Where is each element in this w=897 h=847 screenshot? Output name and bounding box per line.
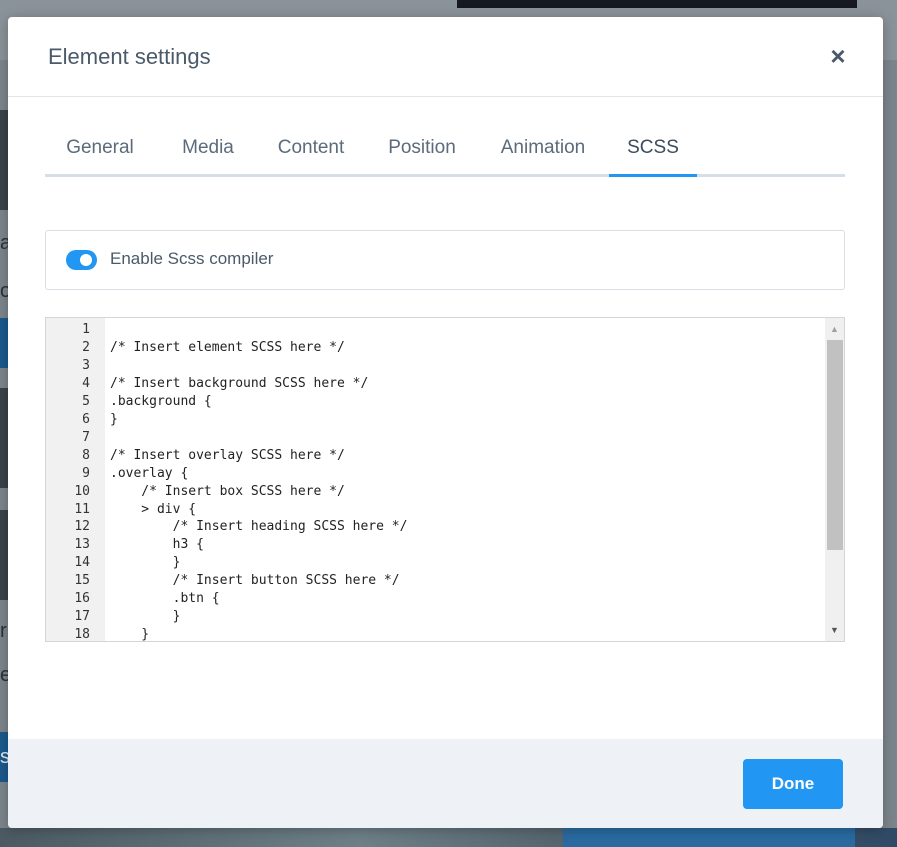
code-line: 6}: [46, 411, 825, 429]
code-line: 4 /* Insert background SCSS here */: [46, 375, 825, 393]
element-settings-modal: Element settings × General Media Content…: [8, 17, 883, 828]
code-text: }: [110, 411, 118, 427]
tab-animation[interactable]: Animation: [483, 125, 603, 174]
code-line: 1: [46, 321, 825, 339]
code-line: 15 /* Insert button SCSS here */: [46, 572, 825, 590]
close-icon[interactable]: ×: [826, 43, 850, 69]
code-text: /* Insert element SCSS here */: [110, 339, 345, 355]
code-line: 5 .background {: [46, 393, 825, 411]
code-text: /* Insert background SCSS here */: [110, 375, 369, 391]
line-number: 3: [82, 357, 90, 373]
scss-code-editor[interactable]: 1 2/* Insert element SCSS here */3 4/* Ins…: [45, 317, 845, 642]
scss-compiler-setting: Enable Scss compiler: [45, 230, 845, 290]
line-number: 12: [74, 519, 90, 535]
code-line: 14 }: [46, 554, 825, 572]
line-number: 1: [82, 322, 90, 337]
tab-position[interactable]: Position: [371, 125, 473, 174]
code-line: 17 }: [46, 608, 825, 626]
code-line: 9 .overlay {: [46, 465, 825, 483]
code-text: /* Insert heading SCSS here */: [110, 519, 408, 535]
line-number: 4: [82, 375, 90, 391]
tab-general[interactable]: General: [45, 125, 155, 174]
line-number: 5: [82, 393, 90, 409]
modal-header: Element settings ×: [8, 17, 883, 97]
line-number: 16: [74, 591, 90, 607]
line-number: 17: [74, 609, 90, 625]
background-text: r: [0, 620, 7, 642]
line-number: 2: [82, 339, 90, 355]
scroll-down-icon[interactable]: ▼: [825, 621, 844, 639]
code-line: 2 /* Insert element SCSS here */: [46, 339, 825, 357]
line-number: 15: [74, 573, 90, 589]
line-number: 11: [74, 501, 90, 517]
background-card: [563, 828, 855, 847]
scss-compiler-toggle[interactable]: [66, 250, 97, 270]
code-line: 8 /* Insert overlay SCSS here */: [46, 447, 825, 465]
tab-content[interactable]: Content: [261, 125, 361, 174]
done-button[interactable]: Done: [743, 759, 843, 809]
code-text: }: [110, 555, 181, 571]
background-banner: [457, 0, 857, 8]
scroll-thumb[interactable]: [827, 340, 843, 550]
code-line: 16 .btn {: [46, 590, 825, 608]
code-text: /* Insert overlay SCSS here */: [110, 447, 345, 463]
modal-title: Element settings: [48, 44, 211, 69]
line-number: 10: [74, 483, 90, 499]
tab-scss[interactable]: SCSS: [609, 125, 697, 177]
code-line: 12 /* Insert heading SCSS here */: [46, 518, 825, 536]
code-line: 13 h3 {: [46, 536, 825, 554]
line-number: 6: [82, 411, 90, 427]
line-number: 7: [82, 429, 90, 445]
line-number: 18: [74, 627, 90, 642]
scroll-up-icon[interactable]: ▲: [825, 320, 844, 338]
code-line: 7: [46, 429, 825, 447]
tab-media[interactable]: Media: [165, 125, 251, 174]
code-text: /* Insert box SCSS here */: [110, 483, 345, 499]
code-text: .btn {: [110, 591, 220, 607]
toggle-knob: [80, 254, 92, 266]
code-text: h3 {: [110, 537, 204, 553]
line-number: 13: [74, 537, 90, 553]
code-text: > div {: [110, 501, 197, 517]
code-line: 18 }: [46, 626, 825, 642]
line-number: 8: [82, 447, 90, 463]
code-text: .overlay {: [110, 465, 189, 481]
tab-bar: General Media Content Position Animation…: [45, 125, 845, 177]
code-line: 3: [46, 357, 825, 375]
code-text: }: [110, 627, 150, 642]
code-line: 11 > div {: [46, 501, 825, 519]
code-line: 10 /* Insert box SCSS here */: [46, 483, 825, 501]
line-number: 14: [74, 555, 90, 571]
code-text: .background {: [110, 393, 212, 409]
editor-scrollbar[interactable]: ▲ ▼: [825, 318, 844, 641]
line-number: 9: [82, 465, 90, 481]
code-text: /* Insert button SCSS here */: [110, 573, 400, 589]
scss-compiler-label: Enable Scss compiler: [110, 249, 274, 268]
code-text: }: [110, 609, 181, 625]
modal-footer: Done: [8, 739, 883, 828]
